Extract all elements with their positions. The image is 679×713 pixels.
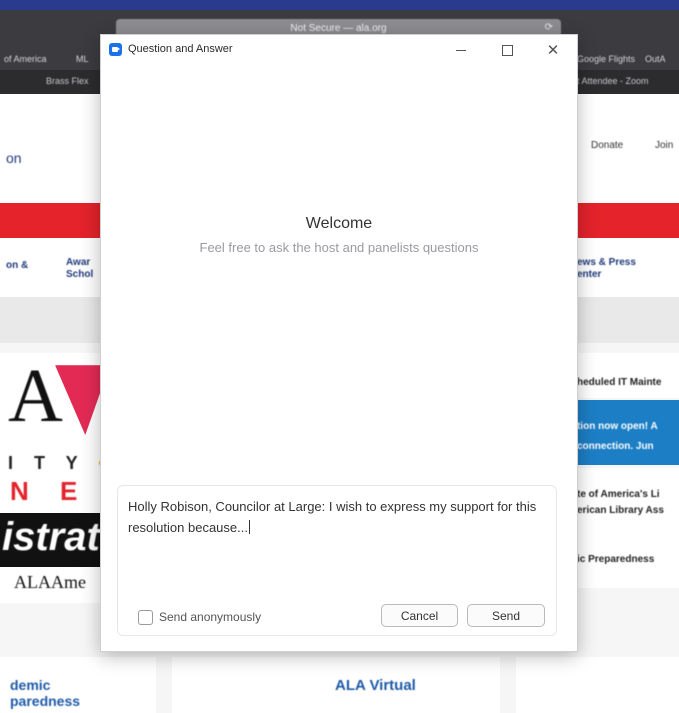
question-input[interactable]: Holly Robison, Councilor at Large: I wis…: [128, 496, 548, 538]
academic-line: demic: [10, 677, 51, 693]
close-icon: ✕: [546, 41, 560, 59]
window-titlebar[interactable]: Question and Answer ✕: [101, 35, 577, 65]
side-card-state-line1[interactable]: te of America's Li: [577, 488, 660, 502]
nav-item[interactable]: on &: [6, 260, 28, 272]
zoom-app-icon: [109, 43, 122, 56]
logo-tagline-text: I T Y: [8, 453, 86, 473]
join-link[interactable]: Join: [655, 140, 673, 151]
side-card-maintenance[interactable]: heduled IT Mainte: [577, 376, 661, 390]
bookmark-item[interactable]: OutA: [645, 54, 666, 64]
donate-link[interactable]: Donate: [591, 140, 623, 151]
nav-item-label: ews & Press: [577, 257, 636, 268]
academic-line: paredness: [10, 693, 81, 709]
bottom-card: [516, 657, 679, 713]
side-card: [570, 468, 679, 588]
minimize-button[interactable]: [446, 39, 476, 61]
site-title-fragment: on: [6, 150, 22, 166]
question-and-answer-window: Question and Answer ✕ Welcome Feel free …: [100, 34, 578, 652]
question-input-text: Holly Robison, Councilor at Large: I wis…: [128, 499, 540, 535]
reload-icon[interactable]: ⟳: [545, 22, 553, 33]
bookmark-item[interactable]: of America: [4, 54, 47, 64]
side-card-preparedness[interactable]: ic Preparedness: [577, 553, 654, 567]
minimize-icon: [456, 49, 466, 51]
close-button[interactable]: ✕: [538, 39, 568, 61]
registration-text: istrat: [2, 515, 100, 559]
nav-item-label: Schol: [66, 269, 94, 280]
bookmark-item[interactable]: ML: [76, 54, 89, 64]
screen-top-edge: [0, 0, 679, 10]
send-anonymously-checkbox[interactable]: [138, 610, 153, 625]
side-card-blue-line2: connection. Jun: [577, 441, 654, 452]
ala-logo-letter: A: [8, 354, 63, 438]
send-anonymously-label[interactable]: Send anonymously: [159, 610, 261, 624]
ala-american-text: ALAAme: [14, 572, 86, 592]
camera-icon-lens: [117, 47, 120, 51]
cancel-button[interactable]: Cancel: [381, 604, 458, 627]
nav-item-label: on &: [6, 260, 29, 271]
maximize-icon: [501, 44, 513, 56]
welcome-title: Welcome: [305, 215, 373, 232]
nav-item-label: Awar: [66, 257, 91, 268]
window-title: Question and Answer: [128, 43, 233, 55]
text-caret: [248, 520, 250, 534]
nav-item-news-press[interactable]: ews & Press enter: [577, 257, 636, 281]
address-bar-url: Not Secure — ala.org: [290, 22, 387, 34]
side-card-state-line2[interactable]: erican Library Ass: [577, 504, 664, 518]
maximize-button[interactable]: [492, 39, 522, 61]
bookmark-item[interactable]: Google Flights: [577, 54, 635, 64]
browser-tab[interactable]: Brass Flex: [46, 76, 89, 86]
browser-tab[interactable]: t Attendee - Zoom: [577, 76, 649, 86]
send-button[interactable]: Send: [467, 604, 545, 627]
nav-item-awards[interactable]: Awar Schol: [66, 257, 93, 281]
ala-virtual-link[interactable]: ALA Virtual: [335, 677, 416, 694]
nav-item-label: enter: [577, 269, 602, 280]
welcome-subtitle: Feel free to ask the host and panelists …: [199, 240, 479, 255]
side-card-blue-line1: tion now open! A: [577, 421, 658, 432]
academic-preparedness-link[interactable]: demic paredness: [10, 677, 80, 709]
question-composer: Holly Robison, Councilor at Large: I wis…: [117, 485, 557, 636]
